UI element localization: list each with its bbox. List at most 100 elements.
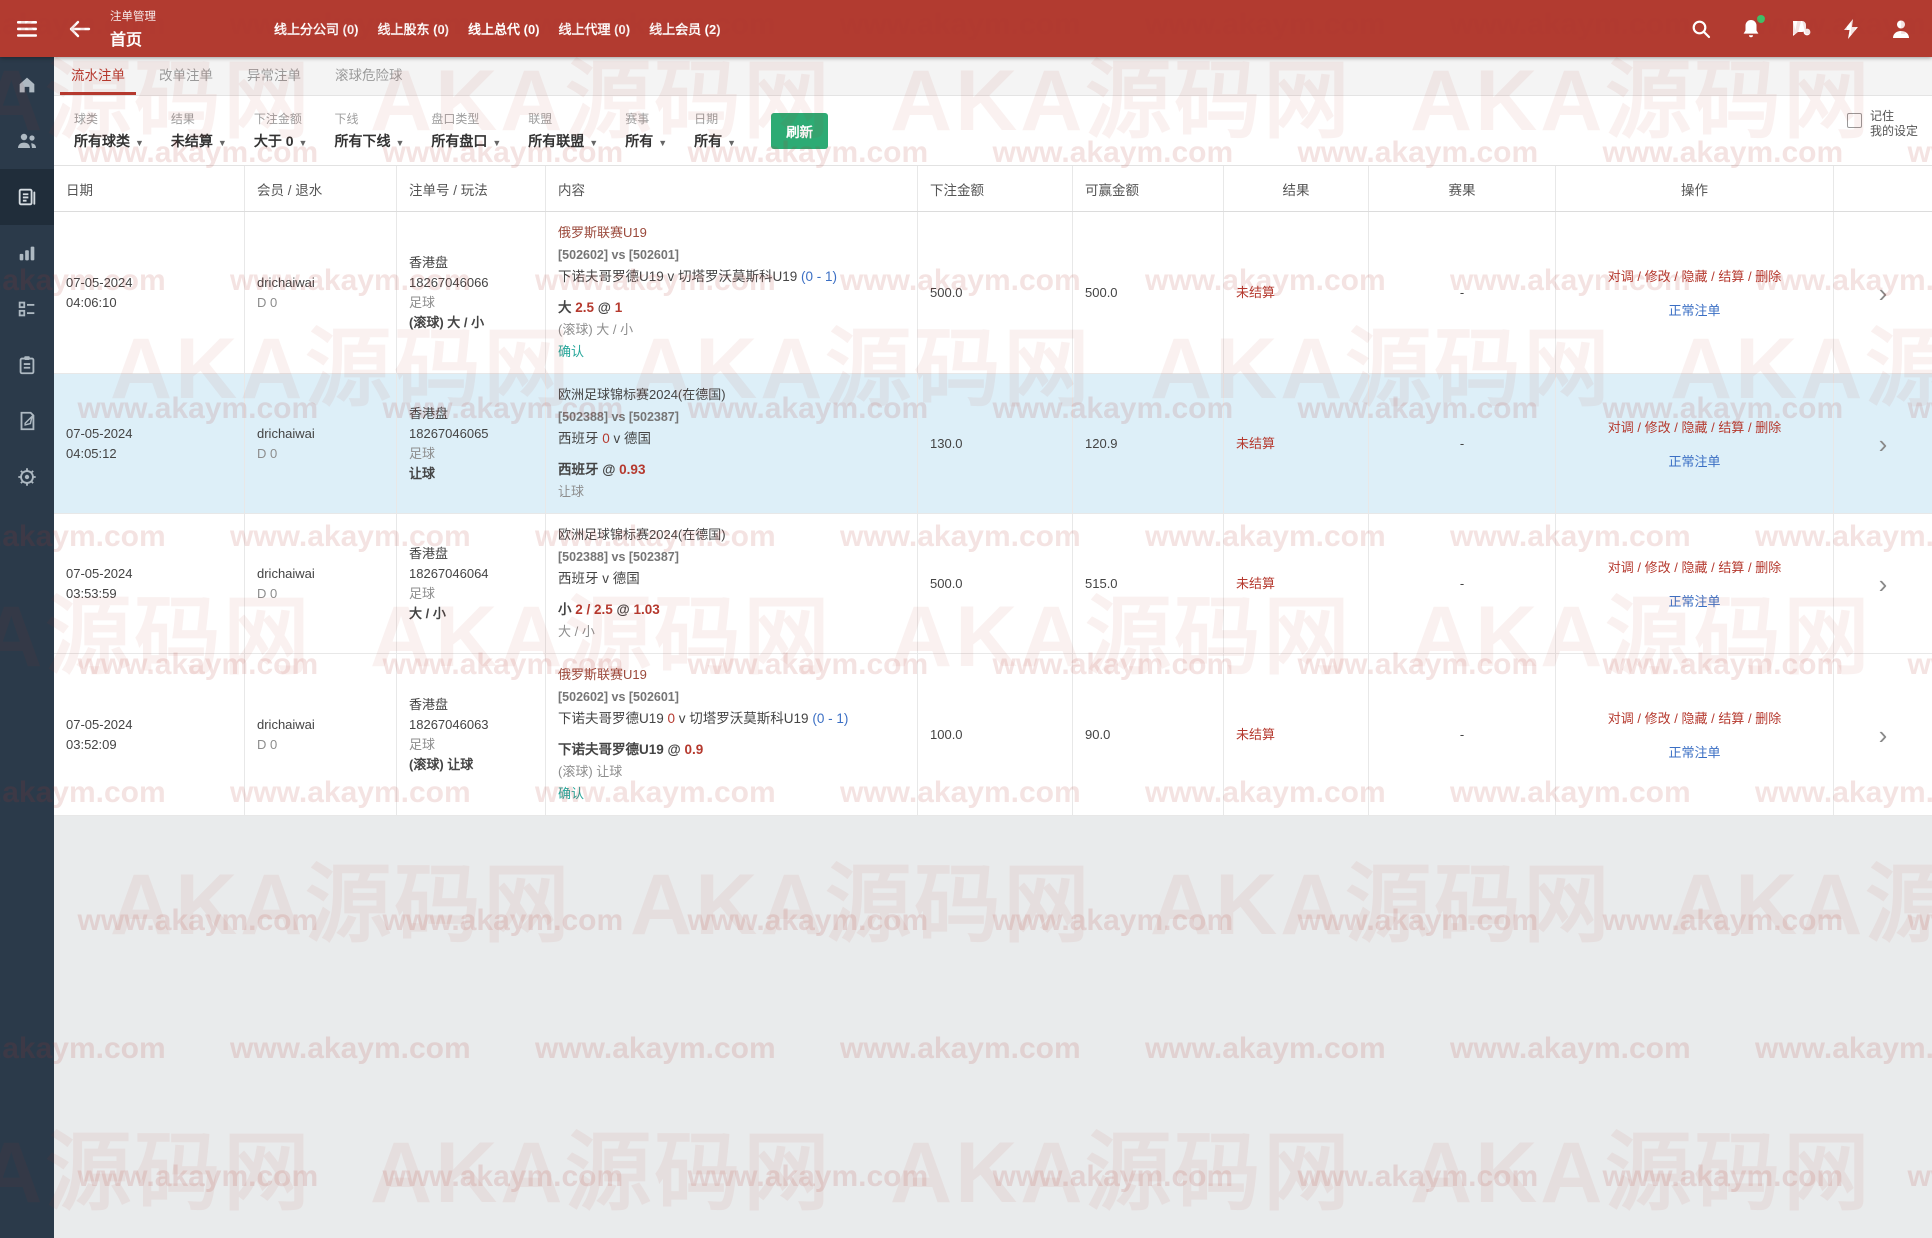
action-settle[interactable]: 结算 — [1718, 560, 1744, 575]
chevron-right-icon[interactable]: › — [1879, 434, 1888, 454]
chevron-down-icon: ▼ — [395, 138, 404, 148]
action-hide[interactable]: 隐藏 — [1681, 269, 1707, 284]
nav-online-member[interactable]: 线上会员 (2) — [649, 19, 721, 38]
sidebar-item-members[interactable] — [0, 113, 54, 169]
action-settle[interactable]: 结算 — [1718, 420, 1744, 435]
sidebar-item-modules[interactable] — [0, 281, 54, 337]
filter-date[interactable]: 日期 所有▼ — [694, 110, 736, 151]
sidebar-item-settings[interactable] — [0, 449, 54, 505]
bet-selection-odds: 小 2 / 2.5 @ 1.03 — [558, 599, 905, 621]
table-row: 07-05-2024 03:52:09 drichaiwai D 0 香港盘 1… — [54, 654, 1932, 816]
market-type: 香港盘 — [409, 253, 533, 273]
chevron-right-icon[interactable]: › — [1879, 725, 1888, 745]
main-content: 流水注单 改单注单 异常注单 滚球危险球 球类 所有球类▼ 结果 未结算▼ 下注… — [54, 57, 1932, 1238]
col-betno-play: 注单号 / 玩法 — [397, 166, 546, 211]
win-amount-value: 500.0 — [1085, 283, 1211, 303]
filter-market-type[interactable]: 盘口类型 所有盘口▼ — [431, 110, 501, 151]
cell-result: 未结算 — [1224, 212, 1369, 373]
action-hide[interactable]: 隐藏 — [1681, 560, 1707, 575]
action-settle[interactable]: 结算 — [1718, 711, 1744, 726]
cell-win-amount: 515.0 — [1073, 514, 1224, 653]
cell-ticket: 香港盘 18267046063 足球 (滚球) 让球 — [397, 654, 546, 815]
filter-result[interactable]: 结果 未结算▼ — [171, 110, 227, 151]
bet-time: 03:52:09 — [66, 735, 232, 755]
action-delete[interactable]: 删除 — [1755, 269, 1781, 284]
normal-bet-link[interactable]: 正常注单 — [1668, 742, 1720, 761]
action-delete[interactable]: 删除 — [1755, 560, 1781, 575]
sidebar-item-tasks[interactable] — [0, 337, 54, 393]
league-name: 俄罗斯联赛U19 — [558, 664, 905, 686]
match-result-value: - — [1460, 283, 1464, 303]
notifications-bell-icon[interactable] — [1740, 18, 1762, 40]
bet-time: 04:06:10 — [66, 293, 232, 313]
tab-flow-bets[interactable]: 流水注单 — [54, 57, 142, 95]
normal-bet-link[interactable]: 正常注单 — [1668, 300, 1720, 319]
member-rebate: D 0 — [257, 444, 384, 464]
filter-league[interactable]: 联盟 所有联盟▼ — [528, 110, 598, 151]
bet-selection-odds: 西班牙 @ 0.93 — [558, 459, 905, 481]
cell-ticket: 香港盘 18267046066 足球 (滚球) 大 / 小 — [397, 212, 546, 373]
col-result: 结果 — [1224, 166, 1369, 211]
action-settle[interactable]: 结算 — [1718, 269, 1744, 284]
tab-live-danger-ball[interactable]: 滚球危险球 — [318, 57, 420, 95]
action-swap[interactable]: 对调 — [1608, 269, 1634, 284]
normal-bet-link[interactable]: 正常注单 — [1668, 591, 1720, 610]
nav-online-branch[interactable]: 线上分公司 (0) — [274, 19, 359, 38]
bet-date: 07-05-2024 — [66, 273, 232, 293]
menu-icon[interactable] — [0, 0, 54, 57]
col-win-amount: 可赢金额 — [1073, 166, 1224, 211]
action-swap[interactable]: 对调 — [1608, 560, 1634, 575]
chevron-right-icon[interactable]: › — [1879, 574, 1888, 594]
action-swap[interactable]: 对调 — [1608, 711, 1634, 726]
confirm-link[interactable]: 确认 — [558, 341, 905, 363]
normal-bet-link[interactable]: 正常注单 — [1668, 451, 1720, 470]
sidebar-item-records[interactable] — [0, 393, 54, 449]
win-amount-value: 120.9 — [1085, 434, 1211, 454]
member-name: drichaiwai — [257, 273, 384, 293]
cell-ticket: 香港盘 18267046064 足球 大 / 小 — [397, 514, 546, 653]
remember-checkbox[interactable] — [1847, 113, 1862, 128]
nav-online-agent[interactable]: 线上代理 (0) — [559, 19, 631, 38]
sidebar-item-stats[interactable] — [0, 225, 54, 281]
bet-time: 03:53:59 — [66, 584, 232, 604]
bet-number: 18267046064 — [409, 564, 533, 584]
tabs-bar: 流水注单 改单注单 异常注单 滚球危险球 — [54, 57, 1932, 96]
back-arrow-icon[interactable] — [62, 0, 98, 57]
sport-type: 足球 — [409, 293, 533, 313]
sidebar-item-home[interactable] — [0, 57, 54, 113]
action-delete[interactable]: 删除 — [1755, 420, 1781, 435]
filter-downline[interactable]: 下线 所有下线▼ — [334, 110, 404, 151]
bet-amount-value: 100.0 — [930, 725, 1060, 745]
quick-actions-bolt-icon[interactable] — [1840, 18, 1862, 40]
action-modify[interactable]: 修改 — [1645, 420, 1671, 435]
filter-sport[interactable]: 球类 所有球类▼ — [74, 110, 144, 151]
action-swap[interactable]: 对调 — [1608, 420, 1634, 435]
search-icon[interactable] — [1690, 18, 1712, 40]
filter-match[interactable]: 赛事 所有▼ — [625, 110, 667, 151]
account-user-icon[interactable] — [1890, 18, 1912, 40]
action-hide[interactable]: 隐藏 — [1681, 711, 1707, 726]
action-hide[interactable]: 隐藏 — [1681, 420, 1707, 435]
action-modify[interactable]: 修改 — [1645, 269, 1671, 284]
tab-modified-bets[interactable]: 改单注单 — [142, 57, 230, 95]
refresh-button[interactable]: 刷新 — [771, 113, 828, 149]
filter-bet-amount[interactable]: 下注金额 大于 0▼ — [254, 110, 308, 151]
nav-online-shareholder[interactable]: 线上股东 (0) — [378, 19, 450, 38]
win-amount-value: 515.0 — [1085, 574, 1211, 594]
bet-number: 18267046063 — [409, 715, 533, 735]
messages-chat-icon[interactable] — [1790, 18, 1812, 40]
play-type: 大 / 小 — [409, 604, 533, 624]
sidebar-item-bet-orders[interactable] — [0, 169, 54, 225]
sport-type: 足球 — [409, 444, 533, 464]
bet-date: 07-05-2024 — [66, 424, 232, 444]
action-modify[interactable]: 修改 — [1645, 711, 1671, 726]
nav-online-master-agent[interactable]: 线上总代 (0) — [468, 19, 540, 38]
tab-abnormal-bets[interactable]: 异常注单 — [230, 57, 318, 95]
bet-number: 18267046065 — [409, 424, 533, 444]
chevron-right-icon[interactable]: › — [1879, 283, 1888, 303]
match-teams: 西班牙 0 v 德国 — [558, 428, 905, 450]
remember-label-line1: 记住 — [1870, 109, 1918, 124]
action-modify[interactable]: 修改 — [1645, 560, 1671, 575]
action-delete[interactable]: 删除 — [1755, 711, 1781, 726]
confirm-link[interactable]: 确认 — [558, 783, 905, 805]
